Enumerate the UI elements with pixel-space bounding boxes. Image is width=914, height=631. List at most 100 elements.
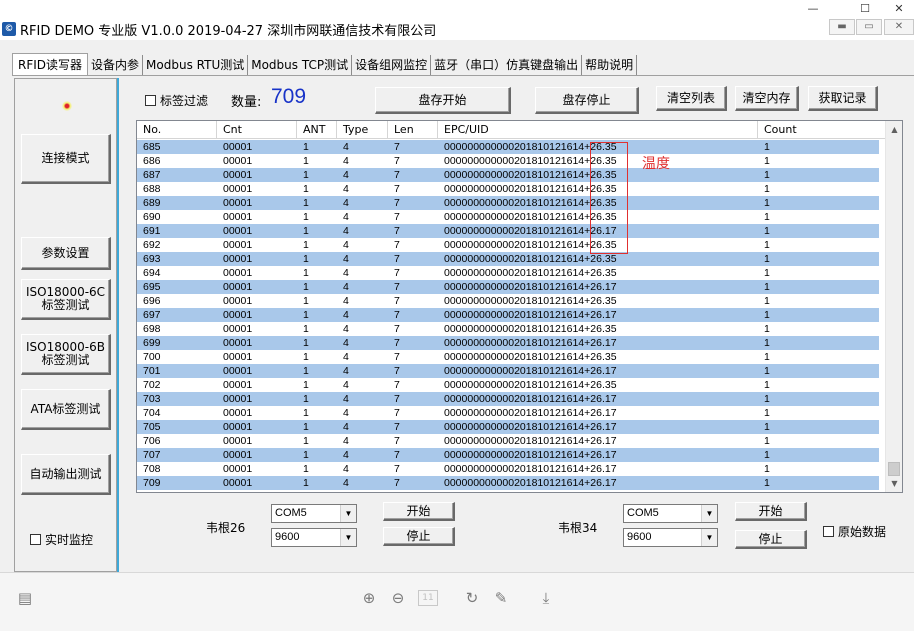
table-row[interactable]: 685 00001 1 4 7 000000000000201810121614+26.3… [137,140,879,154]
vertical-scrollbar[interactable]: ▲ ▼ [885,121,902,492]
table-row[interactable]: 699 00001 1 4 7 000000000000201810121614+26.1… [137,336,879,350]
minimize-button[interactable]: — [798,0,828,17]
column-header-len[interactable]: Len [388,121,438,139]
tag-filter-checkbox[interactable]: 标签过滤 [145,92,208,109]
wiegand34-baud-value: 9600 [627,531,652,543]
wiegand34-port-select[interactable]: COM5 ▼ [623,504,718,523]
tab-modbus-rtu[interactable]: Modbus RTU测试 [143,55,249,75]
table-row[interactable]: 702 00001 1 4 7 000000000000201810121614+26.3… [137,378,879,392]
chevron-down-icon[interactable]: ▼ [701,529,717,546]
ata-test-button[interactable]: ATA标签测试 [21,389,111,430]
table-row[interactable]: 696 00001 1 4 7 000000000000201810121614+26.3… [137,294,879,308]
column-header-epc[interactable]: EPC/UID [438,121,758,139]
table-cell: 1 [303,323,309,335]
table-cell: 4 [343,183,349,195]
column-header-ant[interactable]: ANT [297,121,337,139]
table-row[interactable]: 701 00001 1 4 7 000000000000201810121614+26.1… [137,364,879,378]
maximize-button[interactable]: ☐ [850,0,880,17]
table-cell: 1 [303,183,309,195]
table-row[interactable]: 692 00001 1 4 7 000000000000201810121614+26.3… [137,238,879,252]
table-row[interactable]: 700 00001 1 4 7 000000000000201810121614+26.3… [137,350,879,364]
table-cell: 1 [303,435,309,447]
download-icon[interactable]: ⤓ [536,588,556,608]
connect-mode-button[interactable]: 连接模式 [21,134,111,184]
table-row[interactable]: 697 00001 1 4 7 000000000000201810121614+26.1… [137,308,879,322]
tab-modbus-tcp[interactable]: Modbus TCP测试 [248,55,353,75]
table-cell: 4 [343,155,349,167]
table-row[interactable]: 708 00001 1 4 7 000000000000201810121614+26.1… [137,462,879,476]
wiegand26-baud-select[interactable]: 9600 ▼ [271,528,357,547]
table-row[interactable]: 694 00001 1 4 7 000000000000201810121614+26.3… [137,266,879,280]
table-cell: 00001 [223,169,253,181]
table-row[interactable]: 709 00001 1 4 7 000000000000201810121614+26.1… [137,476,879,490]
table-row[interactable]: 706 00001 1 4 7 000000000000201810121614+26.1… [137,434,879,448]
table-row[interactable]: 691 00001 1 4 7 000000000000201810121614+26.1… [137,224,879,238]
inner-minimize-button[interactable]: ▬ [829,19,855,35]
inner-restore-button[interactable]: ▭ [856,19,882,35]
pencil-icon[interactable]: ✎ [491,588,511,608]
zoom-out-icon[interactable]: ⊖ [388,588,408,608]
wiegand34-baud-select[interactable]: 9600 ▼ [623,528,718,547]
checkbox-box[interactable] [145,95,156,106]
table-row[interactable]: 689 00001 1 4 7 000000000000201810121614+26.3… [137,196,879,210]
table-cell: 000000000000201810121614+26.35 [444,351,617,363]
column-header-cnt[interactable]: Cnt [217,121,297,139]
auto-output-test-button[interactable]: 自动输出测试 [21,454,111,495]
table-cell: 7 [394,379,400,391]
iso6b-test-button[interactable]: ISO18000-6B 标签测试 [21,334,111,375]
thumbnail-icon[interactable]: ▤ [15,588,35,608]
table-row[interactable]: 707 00001 1 4 7 000000000000201810121614+26.1… [137,448,879,462]
scroll-thumb[interactable] [888,462,900,476]
zoom-in-icon[interactable]: ⊕ [359,588,379,608]
inner-close-button[interactable]: ✕ [884,19,914,35]
wiegand26-start-button[interactable]: 开始 [383,502,455,521]
table-row[interactable]: 688 00001 1 4 7 000000000000201810121614+26.3… [137,182,879,196]
get-records-button[interactable]: 获取记录 [808,86,878,111]
tab-rfid-reader[interactable]: RFID读写器 [12,53,89,75]
raw-data-checkbox[interactable]: 原始数据 [823,523,886,540]
rotate-icon[interactable]: ↻ [462,588,482,608]
table-cell: 696 [143,295,161,307]
table-row[interactable]: 698 00001 1 4 7 000000000000201810121614+26.3… [137,322,879,336]
inventory-start-button[interactable]: 盘存开始 [375,87,511,114]
table-row[interactable]: 693 00001 1 4 7 000000000000201810121614+26.3… [137,252,879,266]
table-cell: 00001 [223,323,253,335]
realtime-monitor-checkbox[interactable]: 实时监控 [30,531,93,548]
table-row[interactable]: 690 00001 1 4 7 000000000000201810121614+26.3… [137,210,879,224]
checkbox-box[interactable] [30,534,41,545]
column-header-count[interactable]: Count [758,121,887,139]
table-row[interactable]: 695 00001 1 4 7 000000000000201810121614+26.1… [137,280,879,294]
table-row[interactable]: 705 00001 1 4 7 000000000000201810121614+26.1… [137,420,879,434]
wiegand26-stop-button[interactable]: 停止 [383,527,455,546]
param-settings-button[interactable]: 参数设置 [21,237,111,270]
table-header: No. Cnt ANT Type Len EPC/UID Count [137,121,887,139]
tab-device-params[interactable]: 设备内参 [88,55,144,75]
column-header-type[interactable]: Type [337,121,388,139]
scroll-up-icon[interactable]: ▲ [886,121,902,138]
iso6c-test-button[interactable]: ISO18000-6C 标签测试 [21,279,111,320]
checkbox-box[interactable] [823,526,834,537]
column-header-no[interactable]: No. [137,121,217,139]
close-button[interactable]: ✕ [884,0,914,17]
table-row[interactable]: 686 00001 1 4 7 000000000000201810121614+26.3… [137,154,879,168]
wiegand34-start-button[interactable]: 开始 [735,502,807,521]
table-row[interactable]: 704 00001 1 4 7 000000000000201810121614+26.1… [137,406,879,420]
tab-network-monitor[interactable]: 设备组网监控 [352,55,432,75]
chevron-down-icon[interactable]: ▼ [340,529,356,546]
table-row[interactable]: 703 00001 1 4 7 000000000000201810121614+26.1… [137,392,879,406]
tag-table[interactable]: No. Cnt ANT Type Len EPC/UID Count 685 00… [136,120,903,493]
table-cell: 1 [303,351,309,363]
tab-help[interactable]: 帮助说明 [582,55,638,75]
table-row[interactable]: 687 00001 1 4 7 000000000000201810121614+26.3… [137,168,879,182]
clear-list-button[interactable]: 清空列表 [656,86,727,111]
window-title: RFID DEMO 专业版 V1.0.0 2019-04-27 深圳市网联通信技… [20,24,437,39]
chevron-down-icon[interactable]: ▼ [340,505,356,522]
tab-bluetooth-keyboard[interactable]: 蓝牙（串口）仿真键盘输出 [431,55,583,75]
scroll-down-icon[interactable]: ▼ [886,475,902,492]
chevron-down-icon[interactable]: ▼ [701,505,717,522]
inventory-stop-button[interactable]: 盘存停止 [535,87,639,114]
wiegand26-port-select[interactable]: COM5 ▼ [271,504,357,523]
clear-memory-button[interactable]: 清空内存 [735,86,799,111]
table-cell: 7 [394,449,400,461]
wiegand34-stop-button[interactable]: 停止 [735,530,807,549]
